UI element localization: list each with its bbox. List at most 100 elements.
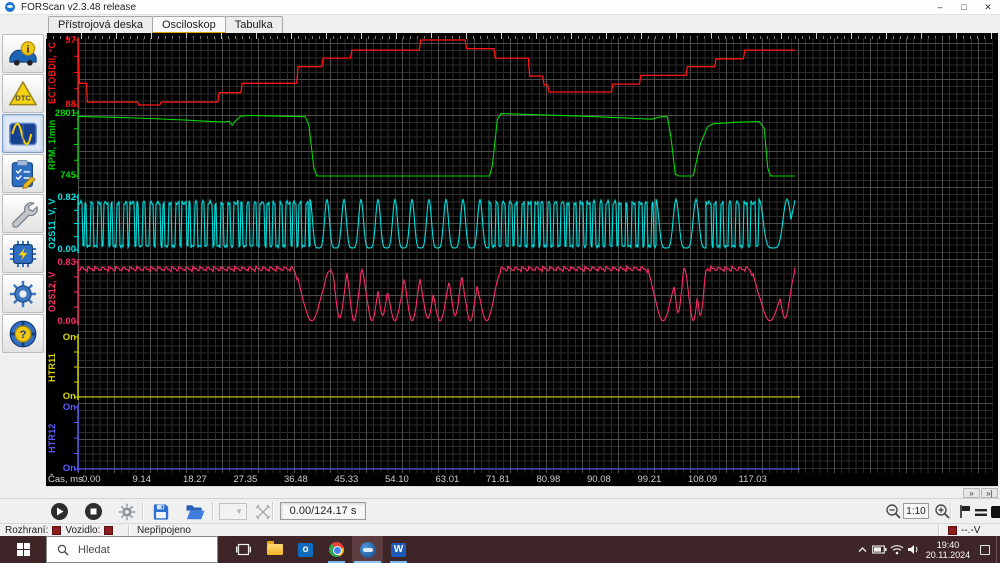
forscan-taskbar-button[interactable] [352,536,383,563]
outlook-icon: o [298,543,313,557]
scroll-right-icon[interactable]: » [963,488,980,498]
open-folder-icon [185,503,205,521]
svg-text:?: ? [20,329,27,341]
chevron-up-icon [857,544,868,555]
scroll-end-icon[interactable]: »| [981,488,998,498]
show-desktop-button[interactable] [996,536,1000,563]
wifi-tray-button[interactable] [888,536,905,563]
tab-dashboard[interactable]: Přístrojová deska [48,16,153,33]
battery-tray-button[interactable] [871,536,888,563]
search-placeholder: Hledat [78,544,110,556]
oscilloscope-toolbar: ▼ 0.00/124.17 s 1:10 [0,498,1000,523]
sidebar-item-tests[interactable] [2,154,44,193]
crossed-disabled-icon [255,504,271,520]
task-view-button[interactable] [228,536,259,563]
channel-label-6: HTR12 [47,407,60,469]
vehicle-label: Vozidlo: [65,525,100,536]
search-icon [57,544,69,556]
taskbar-clock[interactable]: 19:40 20.11.2024 [922,540,974,560]
gear-icon [8,279,38,309]
play-button[interactable] [46,501,72,522]
gear-icon [118,503,136,521]
channel-label-3: O2S11_V, V [47,197,60,250]
taskbar-search[interactable]: Hledat [46,536,218,563]
interface-label: Rozhraní: [5,525,48,536]
black-square-icon [990,505,1000,519]
volume-tray-button[interactable] [905,536,922,563]
minimize-button[interactable]: – [928,0,952,15]
svg-text:i: i [27,44,30,55]
load-record-button[interactable] [182,501,208,522]
wrench-icon [8,199,38,229]
zoom-scale-label: 1:10 [903,503,929,519]
time-tick-label: 117.03 [739,474,767,485]
sidebar-item-help[interactable]: ? [2,314,44,353]
sidebar-item-service[interactable] [2,194,44,233]
statusbar-divider [938,525,939,536]
close-button[interactable]: ✕ [976,0,1000,15]
channel-5-max-value: On [48,332,76,343]
tab-oscilloscope[interactable]: Osciloskop [152,16,226,33]
file-explorer-button[interactable] [259,536,290,563]
word-button[interactable]: W [383,536,414,563]
chrome-button[interactable] [321,536,352,563]
oscilloscope-icon [8,119,38,149]
fullscreen-button[interactable] [984,501,1000,522]
stop-button[interactable] [80,501,106,522]
voltage-readout: --.-V [961,525,980,536]
channel-4-min-value: 0.00 [48,316,76,327]
time-tick-label: 63.01 [436,474,460,485]
folder-icon [267,544,283,555]
channel-label-5: HTR11 [47,337,60,397]
sidebar-item-oscilloscope[interactable] [2,114,44,153]
trace-o2s11_v [78,199,795,248]
chip-icon [8,239,38,269]
svg-text:DTC: DTC [15,93,31,102]
sidebar-item-vehicle-info[interactable]: i [2,34,44,73]
oscilloscope-panel[interactable]: Čas, ms 0.009.1418.2727.3536.4845.3354.1… [46,33,998,486]
channel-6-max-value: On [48,402,76,413]
clock-date: 20.11.2024 [922,550,974,560]
time-tick-label: 9.14 [133,474,152,485]
channel-5-min-value: On [48,391,76,402]
time-tick-label: 80.98 [537,474,561,485]
save-record-button[interactable] [148,501,174,522]
stop-icon [84,502,103,521]
time-tick-label: 0.00 [82,474,101,485]
channel-2-max-value: 2801 [48,108,76,119]
time-tick-label: 99.21 [638,474,662,485]
dtc-triangle-icon: DTC [8,79,38,109]
status-bar: Rozhraní: Vozidlo: Nepřipojeno --.-V [0,523,1000,536]
maximize-button[interactable]: □ [952,0,976,15]
forscan-icon [360,542,376,558]
sidebar-item-dtc[interactable]: DTC [2,74,44,113]
word-icon: W [391,543,406,557]
notification-icon [980,545,990,555]
channel-label-2: RPM, 1/min [47,113,60,176]
window-title: FORScan v2.3.48 release [21,2,136,13]
magnifier-minus-icon [885,503,902,520]
sidebar-item-configuration[interactable] [2,234,44,273]
interface-status-indicator [52,526,61,535]
outlook-button[interactable]: o [290,536,321,563]
battery-icon [872,545,887,554]
statusbar-divider [128,525,129,536]
time-tick-label: 71.81 [486,474,510,485]
record-select-dropdown[interactable]: ▼ [219,503,247,520]
channel-label-1: ECT.OBDII, °C [47,40,60,105]
scope-settings-button[interactable] [114,501,140,522]
tab-table[interactable]: Tabulka [225,16,283,33]
time-tick-label: 54.10 [385,474,409,485]
tray-expand-button[interactable] [854,536,871,563]
horizontal-scrollbar[interactable]: » »| [46,486,1000,498]
toolbar-separator [142,502,143,520]
vehicle-status-indicator [104,526,113,535]
waveform-traces [46,33,998,486]
sidebar-item-settings[interactable] [2,274,44,313]
start-button[interactable] [0,536,46,563]
clipboard-tests-icon [8,159,38,189]
channel-2-min-value: 745 [48,170,76,181]
action-center-button[interactable] [974,536,996,563]
connection-status: Nepřipojeno [137,525,191,536]
time-tick-label: 90.08 [587,474,611,485]
